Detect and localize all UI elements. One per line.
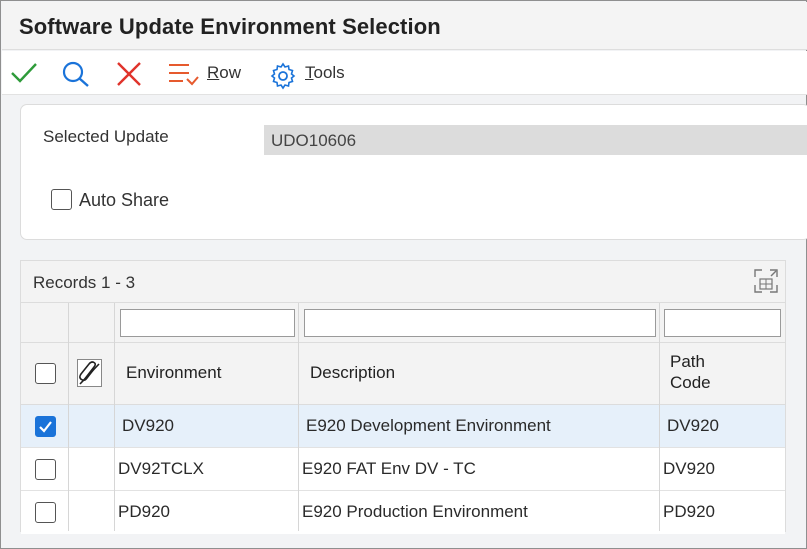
- tools-menu-button[interactable]: Tools: [305, 63, 345, 83]
- column-divider: [298, 303, 299, 531]
- row-menu-button[interactable]: Row: [207, 63, 241, 83]
- filter-path-code-input[interactable]: [664, 309, 781, 337]
- expand-grid-icon[interactable]: [752, 267, 780, 300]
- selected-update-label: Selected Update: [43, 127, 169, 146]
- cell-description: E920 Development Environment: [306, 416, 551, 435]
- page-title: Software Update Environment Selection: [19, 14, 441, 39]
- grid-header: Records 1 - 3: [21, 261, 785, 303]
- auto-share-checkbox[interactable]: [51, 189, 72, 210]
- toolbar: Row Tools: [2, 51, 807, 95]
- cell-path-code: PD920: [663, 502, 715, 521]
- title-bar: Software Update Environment Selection: [2, 2, 807, 50]
- grid-column-headers: Environment Description Path Code: [21, 343, 785, 405]
- records-grid: Records 1 - 3 Environment Description Pa…: [20, 260, 786, 534]
- tools-menu-accel: T: [305, 63, 314, 82]
- cell-path-code: DV920: [667, 416, 719, 435]
- column-header-path-code-line2: Code: [670, 373, 711, 392]
- cell-environment: DV92TCLX: [118, 459, 204, 478]
- attachment-clip-icon[interactable]: [77, 359, 102, 387]
- row-menu-accel: R: [207, 63, 220, 82]
- cell-environment: DV920: [122, 416, 174, 435]
- row-checkbox[interactable]: [35, 416, 56, 437]
- filter-environment-input[interactable]: [120, 309, 295, 337]
- column-divider: [659, 303, 660, 531]
- close-icon[interactable]: [116, 61, 142, 92]
- tools-menu-label: ools: [313, 63, 345, 82]
- column-header-path-code[interactable]: Path Code: [670, 351, 711, 393]
- cell-environment: PD920: [118, 502, 170, 521]
- gear-icon[interactable]: [269, 62, 297, 95]
- form-panel: Selected Update UDO10606 Auto Share: [20, 104, 807, 240]
- table-row[interactable]: DV92TCLX E920 FAT Env DV - TC DV920: [21, 448, 785, 491]
- row-menu-icon[interactable]: [168, 62, 200, 93]
- column-divider: [68, 303, 69, 531]
- column-header-path-code-line1: Path: [670, 352, 705, 371]
- checkmark-icon[interactable]: [10, 62, 38, 89]
- table-row[interactable]: PD920 E920 Production Environment PD920: [21, 491, 785, 534]
- select-all-checkbox[interactable]: [35, 363, 56, 384]
- cell-path-code: DV920: [663, 459, 715, 478]
- cell-description: E920 FAT Env DV - TC: [302, 459, 476, 478]
- table-row[interactable]: DV920 E920 Development Environment DV920: [21, 405, 785, 448]
- row-checkbox[interactable]: [35, 459, 56, 480]
- selected-update-value: UDO10606: [264, 125, 807, 155]
- window-frame: Software Update Environment Selection Ro…: [0, 0, 807, 549]
- grid-filter-row: [21, 303, 785, 343]
- auto-share-label[interactable]: Auto Share: [79, 190, 169, 211]
- column-header-description[interactable]: Description: [310, 362, 395, 383]
- row-menu-label: ow: [219, 63, 242, 82]
- column-header-environment[interactable]: Environment: [126, 362, 221, 383]
- row-checkbox[interactable]: [35, 502, 56, 523]
- cell-description: E920 Production Environment: [302, 502, 528, 521]
- records-count: Records 1 - 3: [33, 273, 136, 292]
- column-divider: [114, 303, 115, 531]
- search-icon[interactable]: [62, 61, 90, 92]
- filter-description-input[interactable]: [304, 309, 656, 337]
